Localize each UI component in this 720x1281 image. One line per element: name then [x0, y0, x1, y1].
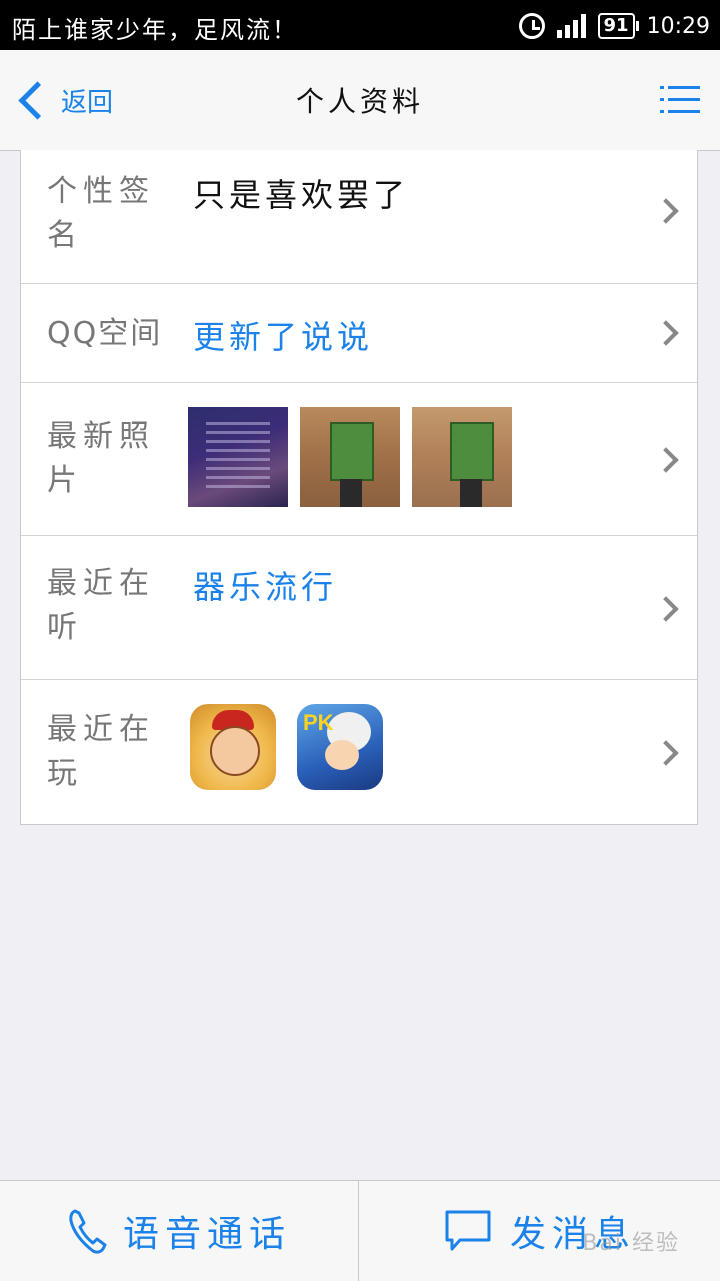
profile-card: 个性签名 只是喜欢罢了 QQ空间 更新了说说 最新照片 最近在听 器乐流行 最近…: [20, 150, 698, 825]
row-label: 最近在玩: [47, 712, 155, 791]
photo-thumbnail[interactable]: [188, 407, 288, 507]
row-listening[interactable]: 最近在听 器乐流行: [21, 536, 697, 680]
row-signature[interactable]: 个性签名 只是喜欢罢了: [21, 150, 697, 284]
voice-call-label: 语音通话: [122, 1214, 291, 1255]
battery-icon: 91: [597, 13, 639, 39]
voice-call-button[interactable]: 语音通话: [0, 1181, 358, 1281]
signal-icon: [556, 14, 586, 38]
music-value: 器乐流行: [193, 568, 338, 606]
chevron-right-icon: [653, 447, 679, 473]
chevron-right-icon: [653, 320, 679, 346]
row-label: 最近在听: [47, 566, 155, 645]
row-playing[interactable]: 最近在玩 PK: [21, 680, 697, 824]
photo-thumbnail[interactable]: [300, 407, 400, 507]
row-qzone[interactable]: QQ空间 更新了说说: [21, 284, 697, 383]
watermark: Bai 经验: [582, 1231, 680, 1256]
bottom-action-bar: 语音通话 发消息 Bai 经验: [0, 1180, 720, 1281]
status-icons: 91 10:29: [518, 10, 710, 42]
chat-bubble-icon: [445, 1210, 491, 1251]
nav-bar: 返回 个人资料: [0, 50, 720, 151]
game-app-icon[interactable]: [190, 704, 276, 790]
row-latest-photos[interactable]: 最新照片: [21, 383, 697, 536]
chevron-right-icon: [653, 740, 679, 766]
qzone-value: 更新了说说: [193, 318, 374, 356]
chevron-right-icon: [653, 596, 679, 622]
row-label: QQ空间: [47, 316, 163, 351]
divider: [358, 1181, 359, 1281]
signature-value: 只是喜欢罢了: [193, 176, 410, 214]
alarm-icon: [518, 13, 545, 39]
status-bar: 陌上谁家少年，足风流！ 91 10:29: [0, 0, 720, 50]
phone-icon: [69, 1209, 107, 1254]
page-title: 个人资料: [295, 85, 424, 118]
photo-thumbnail[interactable]: [412, 407, 512, 507]
status-time: 10:29: [646, 13, 710, 39]
row-label: 个性签名: [47, 174, 155, 253]
status-carrier-text: 陌上谁家少年，足风流！: [12, 16, 298, 44]
list-menu-icon[interactable]: [660, 84, 700, 116]
game-app-icon[interactable]: PK: [297, 704, 383, 790]
row-label: 最新照片: [47, 419, 155, 498]
chevron-right-icon: [653, 198, 679, 224]
